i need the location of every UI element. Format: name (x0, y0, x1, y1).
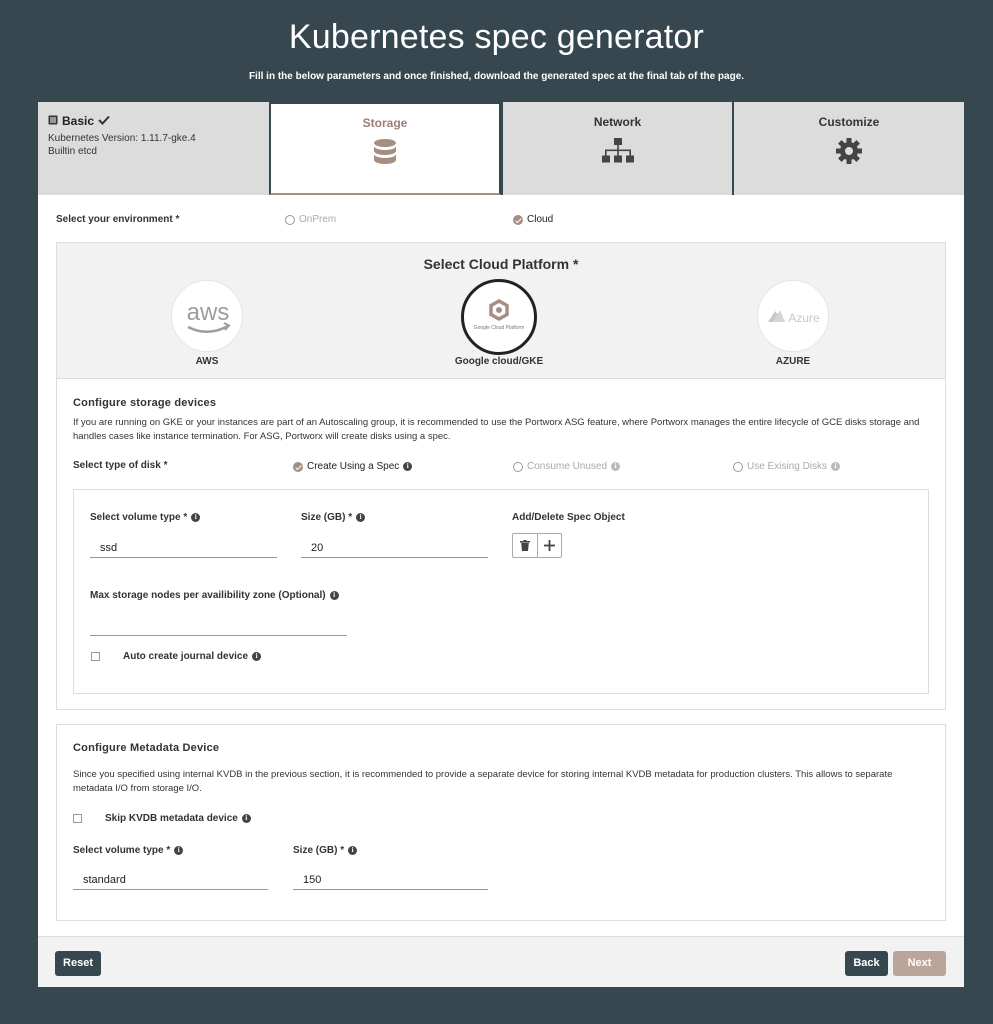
radio-create-using-spec[interactable]: Create Using a Spec i (293, 461, 413, 472)
tab-storage-label: Storage (362, 116, 408, 130)
aws-logo-text: aws (187, 299, 230, 326)
metadata-volume-type-select[interactable]: standard (73, 868, 268, 890)
plus-icon (544, 540, 555, 551)
radio-consume-unused-label: Consume Unused (527, 461, 608, 472)
database-icon (374, 139, 396, 164)
radio-circle (733, 461, 743, 472)
azure-logo-text: Azure (788, 311, 820, 325)
metadata-size-input[interactable]: 150 (293, 868, 488, 890)
metadata-description: Since you specified using internal KVDB … (73, 769, 893, 794)
size-input[interactable]: 20 (301, 536, 488, 558)
metadata-size-label: Size (GB) * i (293, 845, 358, 856)
reset-button[interactable]: Reset (55, 951, 101, 976)
platform-title: Select Cloud Platform * (423, 256, 579, 272)
azure-logo-button[interactable]: Azure (757, 280, 829, 352)
aws-label: AWS (195, 356, 219, 367)
gcp-logo-text: Google Cloud Platform (474, 325, 525, 331)
tab-storage[interactable]: Storage (269, 102, 501, 195)
info-icon: i (348, 846, 358, 855)
radio-checked-icon (513, 214, 523, 225)
metadata-volume-type-label-text: Select volume type * (73, 845, 171, 856)
skip-kvdb-checkbox[interactable] (73, 814, 82, 823)
info-icon: i (191, 513, 201, 522)
azure-label: AZURE (775, 356, 811, 367)
wizard-tabs: Basic Kubernetes Version: 1.11.7-gke.4 B… (38, 102, 964, 195)
kubernetes-version: Kubernetes Version: 1.11.7-gke.4 (48, 133, 196, 144)
radio-create-using-spec-label: Create Using a Spec (307, 461, 400, 472)
platform-selector: Select Cloud Platform * aws AWS Google C… (57, 243, 945, 379)
info-icon: i (403, 462, 413, 471)
volume-type-label: Select volume type * i (90, 512, 201, 523)
info-icon: i (174, 846, 184, 855)
radio-circle (513, 461, 523, 472)
checkmark-icon (98, 114, 110, 128)
radio-consume-unused[interactable]: Consume Unused i (513, 461, 621, 472)
next-button[interactable]: Next (893, 951, 946, 976)
radio-onprem-label: OnPrem (299, 214, 337, 225)
size-label-text: Size (GB) * (301, 512, 353, 523)
metadata-title: Configure Metadata Device (73, 742, 220, 754)
size-label: Size (GB) * i (301, 512, 366, 523)
wizard-footer: Reset Back Next (38, 936, 964, 987)
spec-object-label: Add/Delete Spec Object (512, 512, 625, 523)
wizard-card: Basic Kubernetes Version: 1.11.7-gke.4 B… (38, 102, 964, 987)
tab-customize-label: Customize (818, 115, 880, 129)
aws-logo-icon: aws (187, 299, 231, 333)
add-spec-button[interactable] (537, 534, 561, 557)
volume-type-label-text: Select volume type * (90, 512, 188, 523)
journal-label-text: Auto create journal device (123, 651, 249, 662)
gcp-logo-icon: Google Cloud Platform (474, 298, 525, 331)
volume-type-select[interactable]: ssd (90, 536, 277, 558)
max-nodes-label: Max storage nodes per availibility zone … (90, 590, 339, 601)
radio-checked-icon (293, 461, 303, 472)
network-icon (601, 138, 634, 163)
info-icon: i (329, 591, 339, 600)
back-button[interactable]: Back (845, 951, 888, 976)
info-icon: i (831, 462, 841, 471)
spec-object-box: Select volume type * i ssd Size (GB) * i… (73, 489, 929, 694)
info-icon: i (611, 462, 621, 471)
metadata-device-panel: Configure Metadata Device Since you spec… (56, 724, 946, 921)
journal-checkbox[interactable] (91, 652, 100, 661)
radio-circle (285, 214, 295, 225)
page-subtitle: Fill in the below parameters and once fi… (248, 71, 745, 82)
aws-logo-button[interactable]: aws (171, 280, 243, 352)
trash-icon (520, 540, 530, 551)
skip-kvdb-label-text: Skip KVDB metadata device (105, 813, 238, 824)
radio-cloud-label: Cloud (527, 214, 554, 225)
metadata-volume-type-label: Select volume type * i (73, 845, 184, 856)
tab-customize[interactable]: Customize (732, 102, 964, 195)
tab-basic-label: Basic (62, 114, 95, 128)
cloud-platform-panel: Select Cloud Platform * aws AWS Google C… (56, 242, 946, 710)
info-icon: i (241, 814, 251, 823)
skip-kvdb-label: Skip KVDB metadata device i (105, 813, 251, 824)
journal-label: Auto create journal device i (123, 651, 262, 662)
gear-icon (836, 138, 862, 164)
info-icon: i (356, 513, 366, 522)
storage-devices-description: If you are running on GKE or your instan… (73, 417, 920, 442)
metadata-size-label-text: Size (GB) * (293, 845, 345, 856)
azure-logo-icon: Azure (768, 310, 820, 325)
tab-basic[interactable]: Basic Kubernetes Version: 1.11.7-gke.4 B… (38, 102, 269, 195)
tab-network-label: Network (593, 115, 642, 129)
spec-object-buttons (512, 533, 562, 558)
environment-label: Select your environment * (56, 214, 180, 225)
radio-use-existing-disks[interactable]: Use Exising Disks i (733, 461, 841, 472)
info-icon: i (252, 652, 262, 661)
max-nodes-input[interactable] (90, 614, 347, 636)
document-icon (48, 114, 58, 128)
tab-network[interactable]: Network (501, 102, 732, 195)
page-title: Kubernetes spec generator (288, 18, 705, 56)
max-nodes-label-text: Max storage nodes per availibility zone … (90, 590, 326, 601)
radio-onprem[interactable]: OnPrem (285, 214, 336, 225)
gke-label: Google cloud/GKE (454, 356, 544, 367)
etcd-type: Builtin etcd (48, 146, 97, 157)
disk-type-label: Select type of disk * (73, 460, 168, 471)
radio-cloud[interactable]: Cloud (513, 214, 553, 225)
radio-use-existing-disks-label: Use Exising Disks (747, 461, 828, 472)
gcp-logo-button[interactable]: Google Cloud Platform (461, 279, 537, 355)
delete-spec-button[interactable] (513, 534, 537, 557)
storage-devices-title: Configure storage devices (73, 397, 217, 409)
